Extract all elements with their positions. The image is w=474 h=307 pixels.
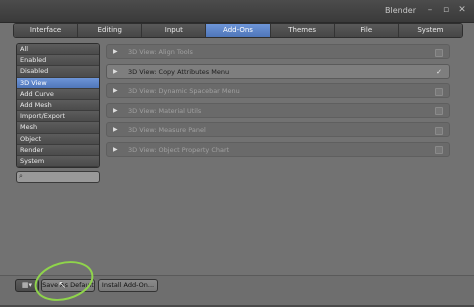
tab-file[interactable]: File [334,24,399,37]
tab-input[interactable]: Input [142,24,207,37]
magnifier-icon: ⌕ [19,172,23,181]
minimize-icon[interactable]: – [424,4,436,16]
category-sidebar: All Enabled Disabled 3D View Add Curve A… [16,43,100,184]
expand-triangle-icon[interactable]: ▶ [113,146,118,153]
mouse-cursor-icon: ↖ [58,280,67,291]
tab-themes[interactable]: Themes [270,24,335,37]
addon-row-measure-panel[interactable]: ▶ 3D View: Measure Panel [106,122,450,137]
sidebar-item-render[interactable]: Render [17,144,99,156]
window-title: Blender [385,6,416,15]
addon-label: 3D View: Align Tools [128,48,193,56]
sidebar-item-enabled[interactable]: Enabled [17,55,99,67]
sidebar-item-system[interactable]: System [17,155,99,168]
expand-triangle-icon[interactable]: ▶ [113,48,118,55]
addon-row-dynamic-spacebar[interactable]: ▶ 3D View: Dynamic Spacebar Menu [106,83,450,98]
install-add-on-button[interactable]: Install Add-On... [98,279,158,292]
tab-editing[interactable]: Editing [78,24,143,37]
category-list: All Enabled Disabled 3D View Add Curve A… [16,43,100,169]
enable-checkbox[interactable] [435,48,443,57]
addon-row-material-utils[interactable]: ▶ 3D View: Material Utils [106,102,450,118]
addon-label: 3D View: Measure Panel [128,126,206,134]
enable-checkbox[interactable]: ✓ [435,68,443,76]
enable-checkbox[interactable] [435,107,443,115]
tab-add-ons[interactable]: Add-Ons [206,24,271,37]
expand-triangle-icon[interactable]: ▶ [113,126,118,133]
sidebar-item-import-export[interactable]: Import/Export [17,111,99,123]
addon-label: 3D View: Copy Attributes Menu [128,67,230,76]
addon-label: 3D View: Dynamic Spacebar Menu [128,87,240,95]
enable-checkbox[interactable] [435,87,443,96]
addon-list: ▶ 3D View: Align Tools ▶ 3D View: Copy A… [106,44,450,161]
bottom-toolbar: ▦▾ Save As Default Install Add-On... [0,275,474,305]
addon-label: 3D View: Object Property Chart [128,145,230,154]
sidebar-item-all[interactable]: All [17,44,99,56]
sidebar-item-add-curve[interactable]: Add Curve [17,88,99,100]
editor-type-icon[interactable]: ▦▾ [15,279,39,292]
sidebar-item-object[interactable]: Object [17,133,99,145]
sidebar-item-disabled[interactable]: Disabled [17,66,99,78]
addon-search-input[interactable]: ⌕ [16,171,100,184]
maximize-icon[interactable]: ▫ [440,4,452,16]
title-bar: Blender – ▫ ✕ [0,0,474,23]
tab-interface[interactable]: Interface [14,24,79,37]
preferences-window: Blender – ▫ ✕ Interface Editing Input Ad… [0,0,474,307]
addon-label: 3D View: Material Utils [128,106,202,115]
expand-triangle-icon[interactable]: ▶ [113,87,118,94]
expand-triangle-icon[interactable]: ▶ [113,107,118,114]
sidebar-item-mesh[interactable]: Mesh [17,122,99,134]
addon-row-object-property-chart[interactable]: ▶ 3D View: Object Property Chart [106,141,450,157]
sidebar-item-3d-view[interactable]: 3D View [17,77,99,89]
save-as-default-button[interactable]: Save As Default [41,279,95,292]
addon-row-align-tools[interactable]: ▶ 3D View: Align Tools [106,44,450,59]
enable-checkbox[interactable] [435,146,443,154]
sidebar-item-add-mesh[interactable]: Add Mesh [17,99,99,112]
enable-checkbox[interactable] [435,126,443,135]
preferences-tabs: Interface Editing Input Add-Ons Themes F… [13,23,463,38]
expand-triangle-icon[interactable]: ▶ [113,68,118,75]
tab-system[interactable]: System [398,24,462,37]
addon-row-copy-attributes[interactable]: ▶ 3D View: Copy Attributes Menu ✓ [106,63,450,79]
close-icon[interactable]: ✕ [456,4,468,16]
